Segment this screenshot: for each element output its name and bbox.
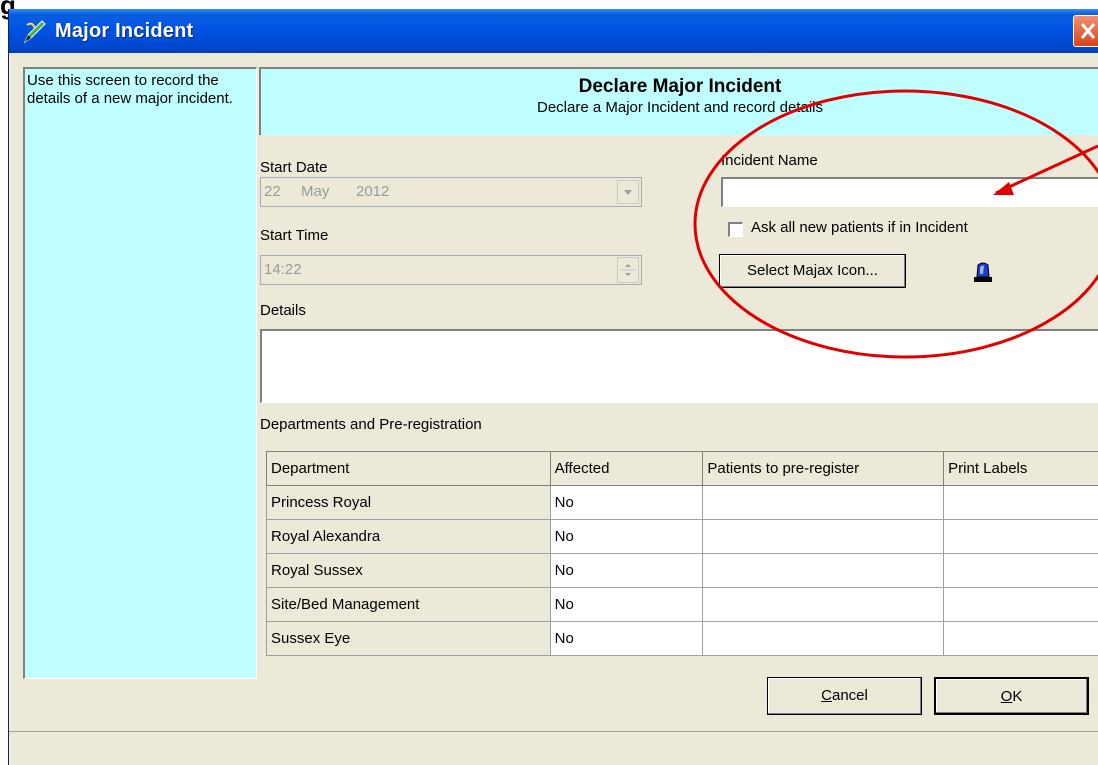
- start-date-label: Start Date: [260, 159, 328, 176]
- siren-icon: [974, 262, 992, 282]
- ask-patients-label: Ask all new patients if in Incident: [751, 219, 968, 236]
- close-button[interactable]: [1073, 15, 1098, 47]
- major-incident-window: Major Incident Use this screen to record…: [8, 9, 1098, 765]
- affected-cell[interactable]: No: [549, 621, 704, 656]
- incident-name-input[interactable]: [721, 177, 1098, 207]
- start-time-field[interactable]: 14:22: [260, 255, 642, 285]
- ok-button-label: OK: [1000, 688, 1023, 705]
- header-banner: Declare Major Incident Declare a Major I…: [259, 67, 1098, 135]
- cancel-button-label: Cancel: [821, 687, 868, 704]
- table-row[interactable]: Sussex Eye No: [266, 621, 1098, 656]
- spin-arrows-icon: [620, 264, 636, 276]
- print-labels-cell[interactable]: [943, 587, 1098, 622]
- affected-cell[interactable]: No: [549, 485, 704, 520]
- start-date-year: 2012: [356, 183, 390, 200]
- patients-cell[interactable]: [702, 485, 945, 520]
- print-labels-cell[interactable]: [943, 621, 1098, 656]
- department-cell: Royal Sussex: [266, 553, 551, 588]
- column-header: Department: [266, 451, 551, 486]
- time-spin-button[interactable]: [617, 257, 639, 283]
- details-textarea[interactable]: [260, 329, 1098, 403]
- banner-title: Declare Major Incident: [578, 76, 782, 97]
- table-row[interactable]: Site/Bed Management No: [266, 587, 1098, 622]
- start-date-picker[interactable]: 22 May 2012: [260, 177, 642, 207]
- table-row[interactable]: Princess Royal No: [266, 485, 1098, 520]
- table-row[interactable]: Royal Alexandra No: [266, 519, 1098, 554]
- departments-table: Department Affected Patients to pre-regi…: [266, 451, 1098, 656]
- print-labels-cell[interactable]: [943, 553, 1098, 588]
- select-majax-icon-button[interactable]: Select Majax Icon...: [719, 254, 906, 288]
- start-date-day: 22: [264, 183, 281, 200]
- date-dropdown-button[interactable]: [617, 180, 639, 204]
- print-labels-cell[interactable]: [943, 485, 1098, 520]
- patients-cell[interactable]: [702, 519, 945, 554]
- title-bar[interactable]: Major Incident: [9, 9, 1098, 53]
- patients-cell[interactable]: [702, 553, 945, 588]
- table-row[interactable]: Royal Sussex No: [266, 553, 1098, 588]
- ok-button[interactable]: OK: [934, 677, 1089, 715]
- banner-subtitle: Declare a Major Incident and record deta…: [537, 99, 823, 116]
- window-title: Major Incident: [55, 20, 194, 42]
- affected-cell[interactable]: No: [549, 519, 704, 554]
- patients-cell[interactable]: [702, 587, 945, 622]
- patients-cell[interactable]: [702, 621, 945, 656]
- start-date-month: May: [301, 183, 330, 200]
- start-time-value: 14:22: [264, 261, 302, 278]
- print-labels-cell[interactable]: [943, 519, 1098, 554]
- departments-label: Departments and Pre-registration: [260, 416, 482, 433]
- department-cell: Sussex Eye: [266, 621, 551, 656]
- ask-patients-checkbox[interactable]: [728, 222, 743, 237]
- department-cell: Royal Alexandra: [266, 519, 551, 554]
- help-panel: Use this screen to record the details of…: [23, 67, 257, 679]
- incident-name-label: Incident Name: [721, 152, 818, 169]
- cancel-button[interactable]: Cancel: [767, 677, 922, 715]
- department-cell: Site/Bed Management: [266, 587, 551, 622]
- column-header: Affected: [549, 451, 704, 486]
- chevron-down-icon: [624, 190, 632, 195]
- affected-cell[interactable]: No: [549, 553, 704, 588]
- pen-icon: [23, 20, 46, 44]
- start-time-label: Start Time: [260, 227, 329, 244]
- status-bar: [9, 732, 1098, 765]
- column-header: Print Labels: [943, 451, 1098, 486]
- column-header: Patients to pre-register: [702, 451, 945, 486]
- affected-cell[interactable]: No: [549, 587, 704, 622]
- department-cell: Princess Royal: [266, 485, 551, 520]
- table-header-row: Department Affected Patients to pre-regi…: [266, 451, 1098, 486]
- details-label: Details: [260, 302, 306, 319]
- close-icon: [1080, 23, 1096, 39]
